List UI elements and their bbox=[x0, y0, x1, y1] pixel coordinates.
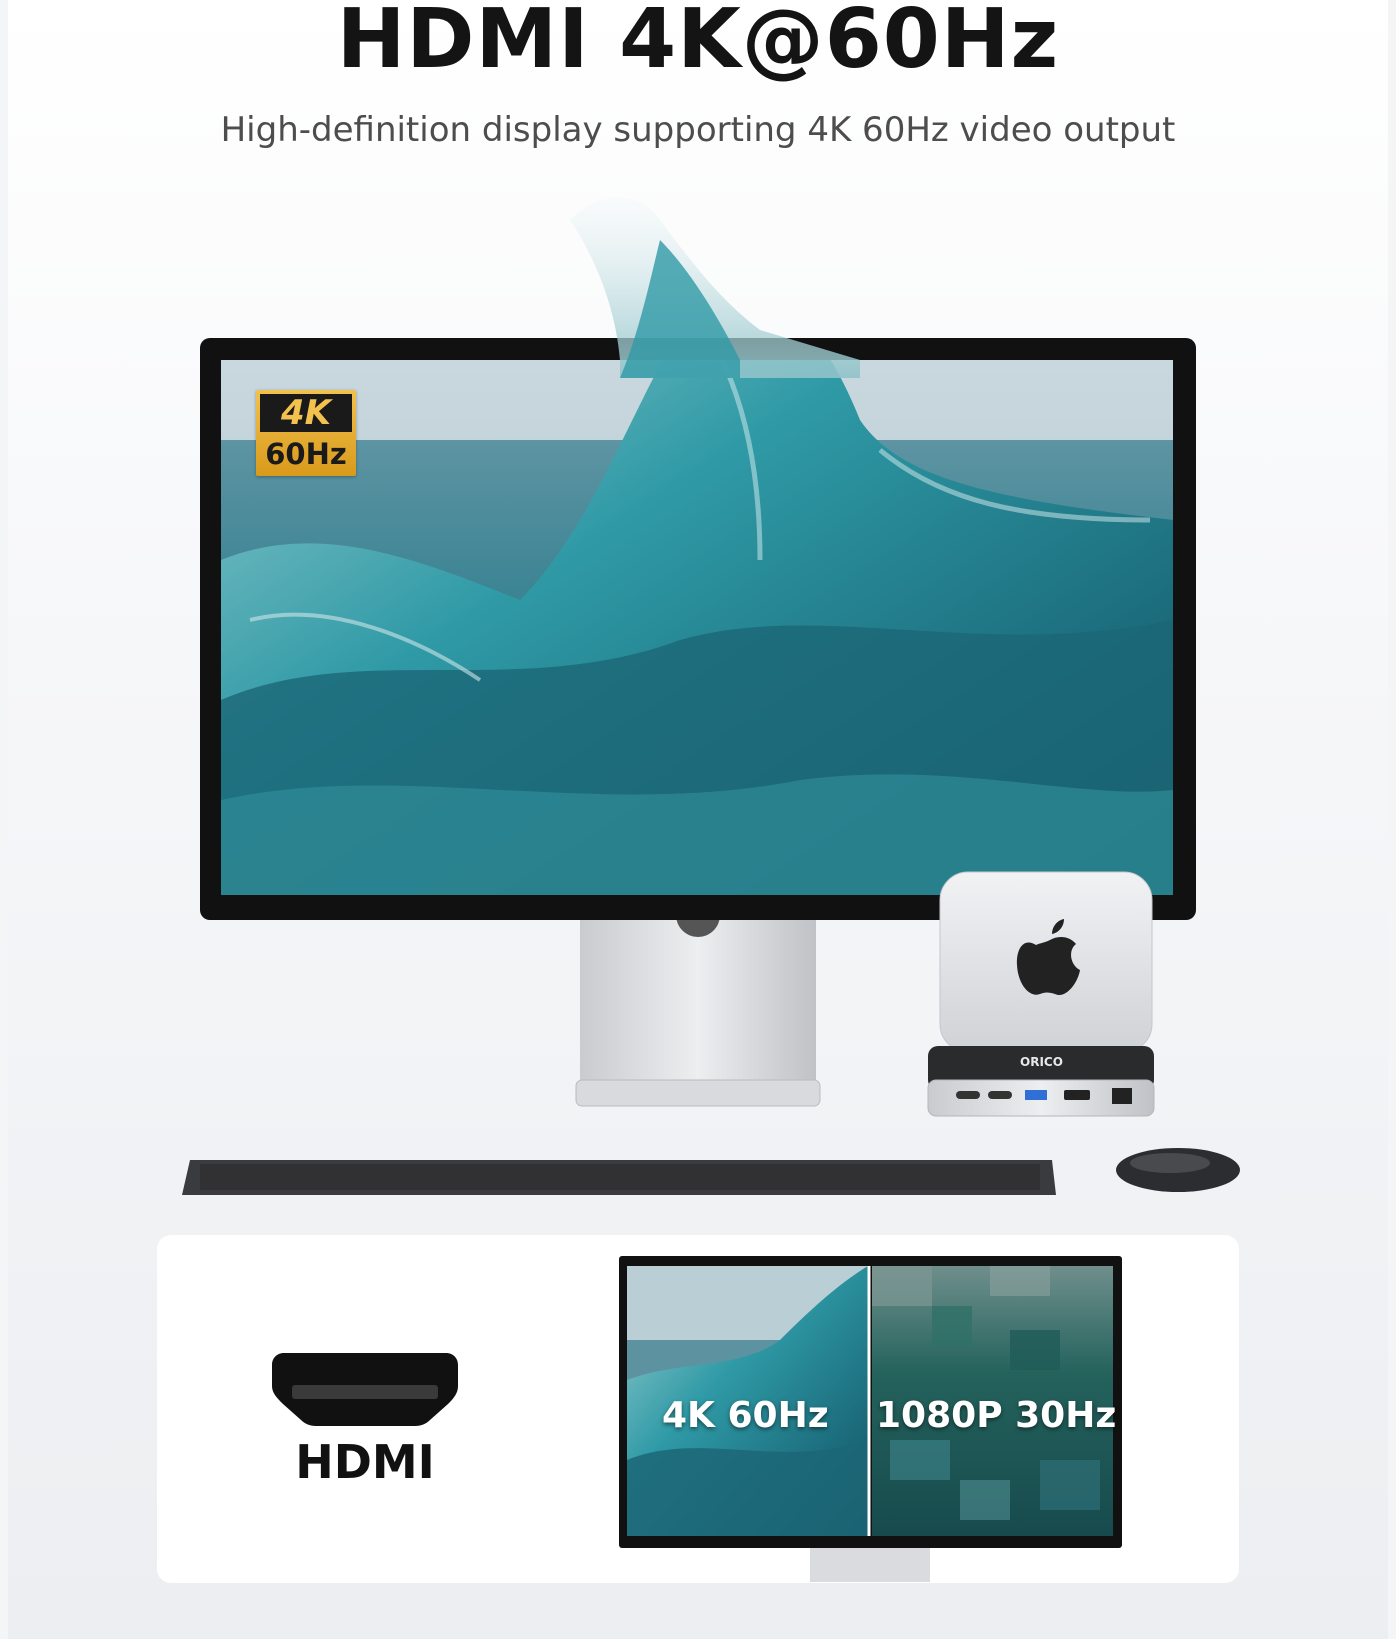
comparison-illustration bbox=[272, 1256, 1122, 1582]
comparison-right-label: 1080P 30Hz bbox=[876, 1395, 1117, 1436]
comparison-left-label: 4K 60Hz bbox=[662, 1395, 829, 1436]
hdmi-port-label: HDMI bbox=[295, 1435, 435, 1489]
